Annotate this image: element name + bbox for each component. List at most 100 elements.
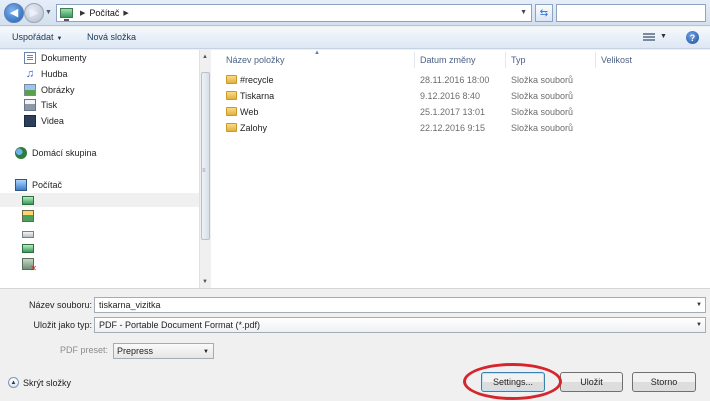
file-list: ▲ Název položky Datum změny Typ Velikost… <box>211 50 710 288</box>
refresh-icon[interactable]: ⇆ <box>535 4 553 22</box>
drive-icon <box>22 230 34 238</box>
nav-item-documents[interactable]: Dokumenty <box>24 51 87 65</box>
scroll-down-icon[interactable]: ▼ <box>202 279 208 285</box>
network-drive-icon <box>22 243 34 253</box>
file-name: #recycle <box>240 75 274 85</box>
disconnected-drive-icon <box>22 258 37 273</box>
new-folder-button[interactable]: Nová složka <box>87 32 136 42</box>
table-row[interactable]: Zalohy 22.12.2016 9:15 Složka souborů <box>211 120 710 136</box>
column-divider[interactable] <box>595 52 596 68</box>
column-header-name[interactable]: Název položky <box>226 55 285 65</box>
filetype-label: Uložit jako typ: <box>33 320 92 330</box>
filename-input[interactable]: tiskarna_vizitka ▼ <box>94 297 706 313</box>
navigation-pane: Dokumenty ♫ Hudba Obrázky Tisk Videa Dom… <box>0 50 210 288</box>
file-type: Složka souborů <box>511 75 574 85</box>
nav-item-label: Dokumenty <box>41 53 87 63</box>
file-name: Zalohy <box>240 123 268 133</box>
scrollbar-thumb[interactable] <box>201 72 210 240</box>
file-name: Web <box>240 107 259 117</box>
chevron-down-icon: ▼ <box>56 36 63 42</box>
nav-item-label: Tisk <box>41 100 58 110</box>
save-button[interactable]: Uložit <box>560 372 623 392</box>
preset-value: Prepress <box>117 346 154 356</box>
cancel-button[interactable]: Storno <box>632 372 696 392</box>
file-date: 28.11.2016 18:00 <box>420 75 490 85</box>
chevron-down-icon[interactable]: ▼ <box>660 33 667 40</box>
nav-item-pictures[interactable]: Obrázky <box>24 83 75 97</box>
filename-value: tiskarna_vizitka <box>99 300 161 310</box>
nav-item-homegroup[interactable]: Domácí skupina <box>15 146 97 160</box>
file-date: 25.1.2017 13:01 <box>420 107 486 117</box>
grip-icon: ≡ <box>202 168 205 174</box>
nav-item-network-drive[interactable] <box>0 193 200 207</box>
pane-divider <box>0 288 710 289</box>
help-icon[interactable]: ? <box>686 31 699 44</box>
scroll-up-icon[interactable]: ▲ <box>202 54 208 60</box>
column-divider[interactable] <box>414 52 415 68</box>
address-bar: ◀ ▶ ▼ ▶ Počítač ▶ ▼ ⇆ <box>0 0 710 26</box>
sort-indicator-icon: ▲ <box>314 50 320 56</box>
nav-item-label: Počítač <box>32 180 63 190</box>
chevron-right-icon[interactable]: ▶ <box>123 9 128 17</box>
hide-folders-label: Skrýt složky <box>23 377 72 388</box>
toolbar: Uspořádat ▼ Nová složka ▼ ? <box>0 27 710 49</box>
folder-icon <box>226 75 237 84</box>
network-user-icon <box>22 210 34 222</box>
nav-item-disconnected-drive[interactable] <box>22 257 39 273</box>
documents-icon <box>24 52 36 64</box>
nav-item-network-drive-2[interactable] <box>22 241 39 255</box>
filename-label: Název souboru: <box>28 300 92 310</box>
chevron-up-icon: ▲ <box>8 377 19 388</box>
back-icon[interactable]: ◀ <box>4 3 24 23</box>
preset-label: PDF preset: <box>59 345 108 355</box>
forward-icon[interactable]: ▶ <box>24 3 44 23</box>
nav-item-label: Obrázky <box>41 85 75 95</box>
hide-folders-button[interactable]: ▲ Skrýt složky <box>8 377 71 388</box>
column-header-size[interactable]: Velikost <box>601 55 632 65</box>
table-row[interactable]: #recycle 28.11.2016 18:00 Složka souborů <box>211 72 710 88</box>
nav-scrollbar[interactable]: ▲ ≡ ▼ <box>199 50 210 288</box>
column-divider[interactable] <box>505 52 506 68</box>
file-date: 22.12.2016 9:15 <box>420 123 486 133</box>
table-row[interactable]: Tiskarna 9.12.2016 8:40 Složka souborů <box>211 88 710 104</box>
nav-item-label: Domácí skupina <box>32 148 97 158</box>
chevron-down-icon[interactable]: ▼ <box>696 302 702 308</box>
search-input[interactable] <box>556 4 706 22</box>
file-type: Složka souborů <box>511 123 574 133</box>
homegroup-icon <box>15 147 27 159</box>
nav-item-network-user[interactable] <box>22 209 39 223</box>
organize-button[interactable]: Uspořádat ▼ <box>12 32 62 42</box>
settings-button[interactable]: Settings... <box>481 372 545 392</box>
column-header-type[interactable]: Typ <box>511 55 526 65</box>
video-icon <box>24 115 36 127</box>
chevron-right-icon[interactable]: ▶ <box>80 9 85 17</box>
nav-item-computer[interactable]: Počítač <box>15 178 62 192</box>
nav-item-videos[interactable]: Videa <box>24 114 64 128</box>
chevron-down-icon: ▼ <box>203 349 209 355</box>
filetype-select[interactable]: PDF - Portable Document Format (*.pdf) ▼ <box>94 317 706 333</box>
computer-icon <box>60 8 73 21</box>
address-input[interactable]: ▶ Počítač ▶ ▼ <box>56 4 532 22</box>
view-options-icon[interactable] <box>643 33 655 42</box>
organize-label: Uspořádat <box>12 32 54 42</box>
history-dropdown-icon[interactable]: ▼ <box>45 9 52 16</box>
computer-icon <box>15 179 27 191</box>
nav-item-print[interactable]: Tisk <box>24 98 57 112</box>
column-header-date[interactable]: Datum změny <box>420 55 476 65</box>
folder-icon <box>226 91 237 100</box>
nav-item-music[interactable]: ♫ Hudba <box>24 67 68 81</box>
chevron-down-icon[interactable]: ▼ <box>696 322 702 328</box>
folder-icon <box>226 123 237 132</box>
nav-item-drive[interactable] <box>22 227 39 241</box>
nav-item-label: Hudba <box>41 69 68 79</box>
file-type: Složka souborů <box>511 107 574 117</box>
music-icon: ♫ <box>25 68 35 80</box>
file-type: Složka souborů <box>511 91 574 101</box>
filetype-value: PDF - Portable Document Format (*.pdf) <box>99 320 261 330</box>
folder-icon <box>226 107 237 116</box>
breadcrumb-computer[interactable]: Počítač <box>89 8 119 18</box>
preset-select[interactable]: Prepress ▼ <box>113 343 214 359</box>
chevron-down-icon[interactable]: ▼ <box>520 9 527 16</box>
network-drive-icon <box>22 195 34 205</box>
table-row[interactable]: Web 25.1.2017 13:01 Složka souborů <box>211 104 710 120</box>
